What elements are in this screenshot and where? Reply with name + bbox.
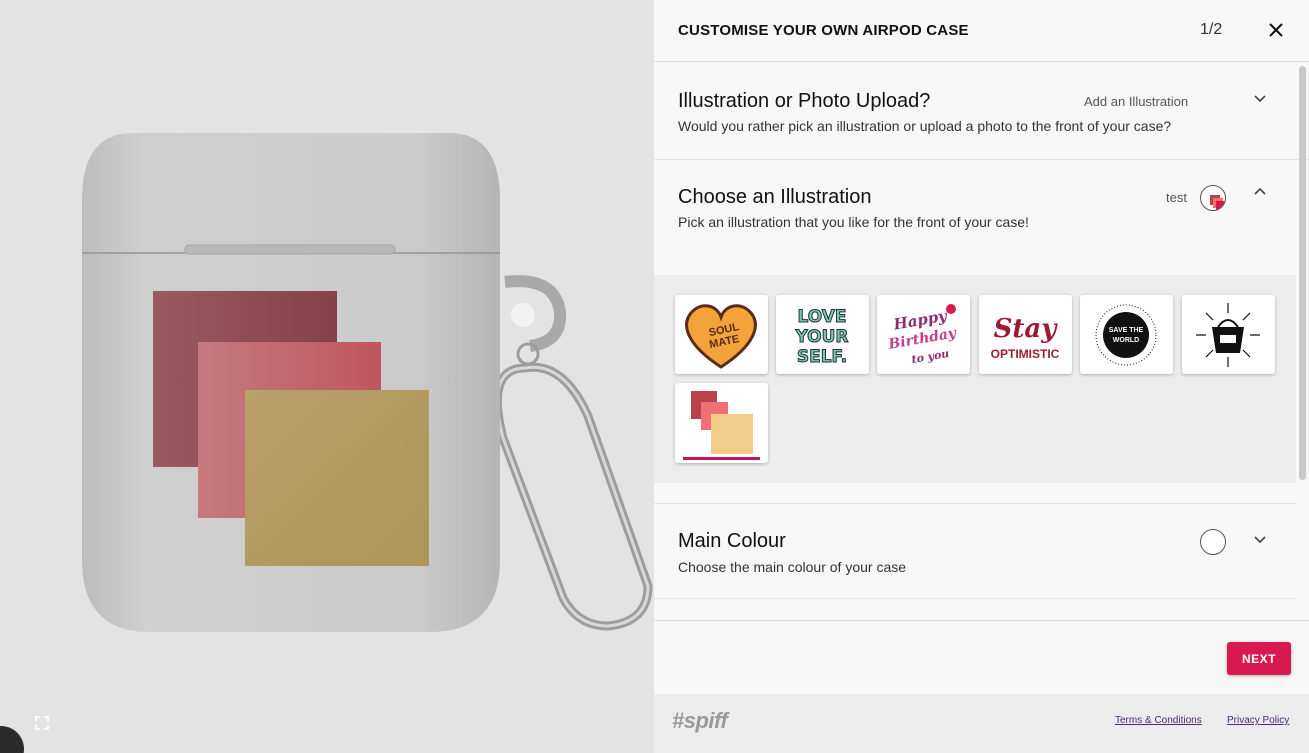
spiff-logo: #spiff — [672, 708, 728, 733]
illustration-love-yourself[interactable]: LOVE YOUR SELF. — [776, 295, 869, 374]
svg-text:Stay: Stay — [994, 314, 1059, 344]
illustration-happy-birthday[interactable]: Happy Birthday to you — [877, 295, 970, 374]
section-illustration-or-photo[interactable]: Illustration or Photo Upload? Would you … — [654, 63, 1309, 160]
brand-footer: #spiff Terms & Conditions Privacy Policy — [654, 694, 1309, 753]
illustration-basket[interactable] — [1182, 295, 1275, 374]
product-preview[interactable] — [0, 0, 654, 753]
basket-icon — [1196, 303, 1260, 367]
globe-icon: SAVE THE WORLD — [1095, 304, 1157, 366]
panel-header: CUSTOMISE YOUR OWN AIRPOD CASE 1/2 — [654, 0, 1309, 62]
scrollbar[interactable] — [1299, 66, 1306, 480]
svg-text:to you: to you — [911, 347, 951, 366]
fullscreen-icon[interactable] — [35, 716, 49, 730]
chevron-down-icon[interactable] — [1253, 92, 1267, 106]
chevron-up-icon[interactable] — [1253, 185, 1267, 199]
illustration-stay-optimistic[interactable]: Stay OPTIMISTIC — [979, 295, 1072, 374]
action-bar: NEXT — [654, 620, 1309, 694]
section-main-colour[interactable]: Main Colour Choose the main colour of yo… — [654, 503, 1296, 599]
main-colour-swatch[interactable] — [1200, 529, 1226, 555]
options-scroll-area[interactable]: Illustration or Photo Upload? Would you … — [654, 63, 1309, 620]
customizer-panel: CUSTOMISE YOUR OWN AIRPOD CASE 1/2 Illus… — [654, 0, 1309, 753]
squares-art — [691, 391, 753, 454]
terms-link[interactable]: Terms & Conditions — [1115, 715, 1202, 726]
privacy-link[interactable]: Privacy Policy — [1227, 715, 1289, 726]
section-description: Choose the main colour of your case — [678, 559, 907, 575]
section-description: Pick an illustration that you like for t… — [678, 214, 1029, 230]
illustration-test[interactable] — [675, 383, 768, 463]
section-title: Illustration or Photo Upload? — [678, 90, 931, 112]
stay-optimistic-art: Stay OPTIMISTIC — [991, 314, 1060, 361]
illustration-soul-mate[interactable]: SOUL MATE — [675, 295, 768, 374]
airpod-case-render — [82, 133, 653, 632]
page-title: CUSTOMISE YOUR OWN AIRPOD CASE — [678, 22, 969, 39]
svg-text:YOUR: YOUR — [794, 327, 848, 347]
step-counter: 1/2 — [1200, 21, 1223, 38]
section-value: test — [1166, 190, 1187, 205]
illustration-grid: SOUL MATE LOVE YOUR SELF. Happy Birthday… — [654, 275, 1296, 483]
svg-text:SELF.: SELF. — [797, 347, 847, 367]
selected-indicator — [683, 457, 760, 460]
svg-text:WORLD: WORLD — [1113, 337, 1139, 344]
svg-text:SAVE THE: SAVE THE — [1109, 327, 1144, 334]
love-yourself-art: LOVE YOUR SELF. — [794, 307, 849, 368]
heart-icon: SOUL MATE — [685, 304, 757, 369]
swatch-thumb — [1210, 195, 1225, 210]
close-icon[interactable] — [1266, 20, 1286, 40]
chevron-down-icon[interactable] — [1253, 533, 1267, 547]
happy-birthday-art: Happy Birthday to you — [886, 304, 958, 366]
selected-illustration-swatch[interactable] — [1200, 185, 1226, 211]
section-description: Would you rather pick an illustration or… — [678, 118, 1172, 134]
section-value: Add an Illustration — [1084, 94, 1189, 109]
section-title: Choose an Illustration — [678, 186, 872, 208]
svg-text:OPTIMISTIC: OPTIMISTIC — [991, 347, 1060, 361]
section-title: Main Colour — [678, 530, 786, 552]
next-button[interactable]: NEXT — [1227, 642, 1291, 675]
illustration-save-the-world[interactable]: SAVE THE WORLD — [1080, 295, 1173, 374]
svg-text:LOVE: LOVE — [798, 307, 847, 327]
section-choose-illustration[interactable]: Choose an Illustration Pick an illustrat… — [654, 160, 1309, 256]
